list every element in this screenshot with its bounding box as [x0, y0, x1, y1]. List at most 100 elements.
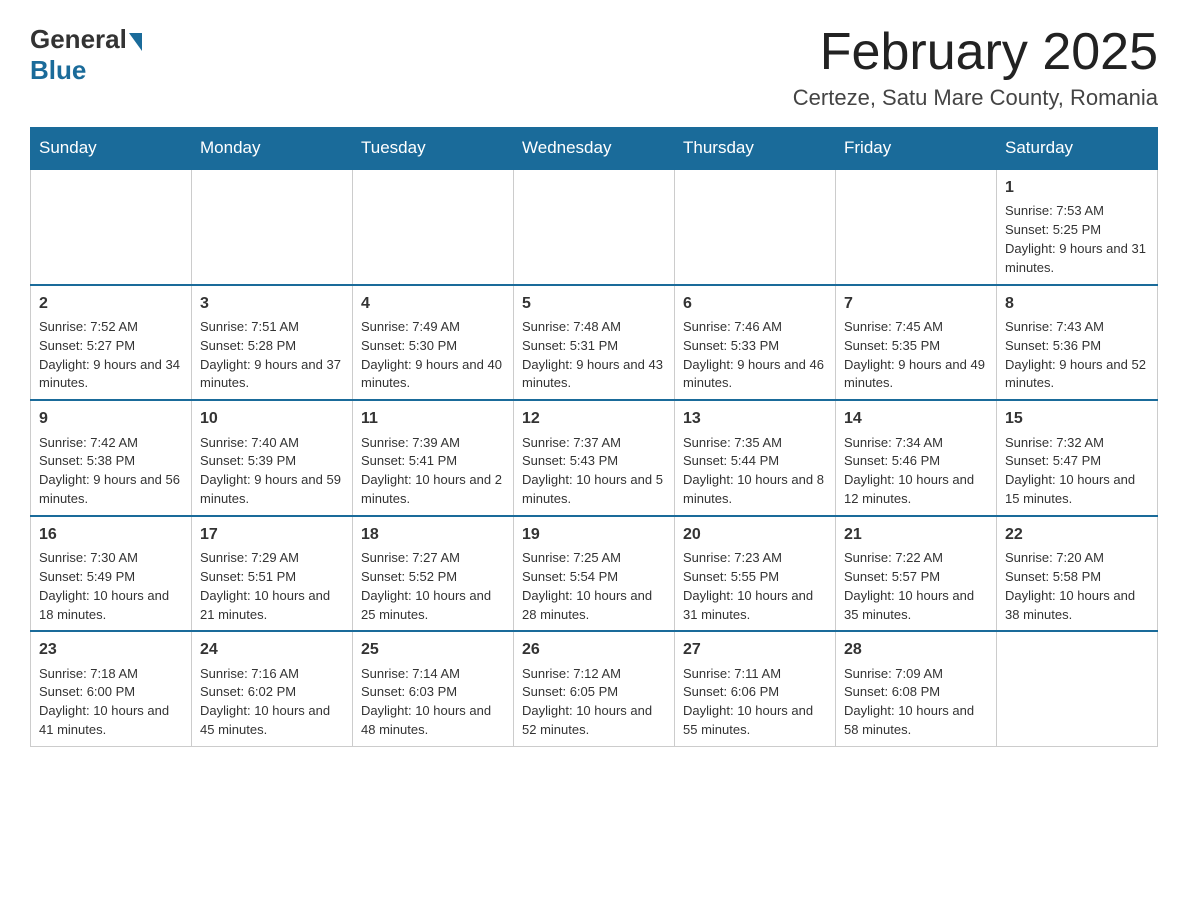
day-info: Sunrise: 7:48 AM Sunset: 5:31 PM Dayligh…: [522, 318, 666, 393]
day-info: Sunrise: 7:46 AM Sunset: 5:33 PM Dayligh…: [683, 318, 827, 393]
calendar-cell: 5Sunrise: 7:48 AM Sunset: 5:31 PM Daylig…: [514, 285, 675, 401]
calendar-cell: 6 Sunrise: 7:46 AM Sunset: 5:33 PM Daylig…: [675, 285, 836, 401]
day-number: 20: [683, 523, 827, 546]
day-number: 22: [1005, 523, 1149, 546]
month-title: February 2025: [793, 24, 1158, 81]
calendar-cell: [192, 169, 353, 285]
calendar-header-saturday: Saturday: [997, 128, 1158, 170]
calendar-cell: 9 Sunrise: 7:42 AM Sunset: 5:38 PM Daylig…: [31, 400, 192, 516]
day-info: Sunrise: 7:34 AM Sunset: 5:46 PM Dayligh…: [844, 434, 988, 509]
day-info: Sunrise: 7:23 AM Sunset: 5:55 PM Dayligh…: [683, 549, 827, 624]
calendar-cell: [675, 169, 836, 285]
calendar-week-row: 1 Sunrise: 7:53 AM Sunset: 5:25 PM Daylig…: [31, 169, 1158, 285]
calendar-cell: [353, 169, 514, 285]
day-number: 26: [522, 638, 666, 661]
calendar-table: SundayMondayTuesdayWednesdayThursdayFrid…: [30, 127, 1158, 747]
calendar-cell: [836, 169, 997, 285]
calendar-cell: 17 Sunrise: 7:29 AM Sunset: 5:51 PM Dayli…: [192, 516, 353, 632]
calendar-week-row: 16 Sunrise: 7:30 AM Sunset: 5:49 PM Dayli…: [31, 516, 1158, 632]
day-number: 27: [683, 638, 827, 661]
day-info: Sunrise: 7:40 AM Sunset: 5:39 PM Dayligh…: [200, 434, 344, 509]
day-info: Sunrise: 7:45 AM Sunset: 5:35 PM Dayligh…: [844, 318, 988, 393]
day-number: 9: [39, 407, 183, 430]
calendar-cell: 16 Sunrise: 7:30 AM Sunset: 5:49 PM Dayli…: [31, 516, 192, 632]
calendar-cell: 28 Sunrise: 7:09 AM Sunset: 6:08 PM Dayli…: [836, 631, 997, 746]
title-block: February 2025 Certeze, Satu Mare County,…: [793, 24, 1158, 111]
day-info: Sunrise: 7:20 AM Sunset: 5:58 PM Dayligh…: [1005, 549, 1149, 624]
logo-general-text: General: [30, 24, 127, 55]
calendar-cell: 19Sunrise: 7:25 AM Sunset: 5:54 PM Dayli…: [514, 516, 675, 632]
day-number: 6: [683, 292, 827, 315]
calendar-cell: 14 Sunrise: 7:34 AM Sunset: 5:46 PM Dayli…: [836, 400, 997, 516]
day-info: Sunrise: 7:09 AM Sunset: 6:08 PM Dayligh…: [844, 665, 988, 740]
day-info: Sunrise: 7:30 AM Sunset: 5:49 PM Dayligh…: [39, 549, 183, 624]
day-number: 1: [1005, 176, 1149, 199]
calendar-cell: [31, 169, 192, 285]
calendar-week-row: 23 Sunrise: 7:18 AM Sunset: 6:00 PM Dayli…: [31, 631, 1158, 746]
day-info: Sunrise: 7:18 AM Sunset: 6:00 PM Dayligh…: [39, 665, 183, 740]
calendar-cell: 20 Sunrise: 7:23 AM Sunset: 5:55 PM Dayli…: [675, 516, 836, 632]
location-subtitle: Certeze, Satu Mare County, Romania: [793, 85, 1158, 111]
calendar-cell: 22 Sunrise: 7:20 AM Sunset: 5:58 PM Dayli…: [997, 516, 1158, 632]
logo-arrow-icon: [129, 33, 142, 51]
day-info: Sunrise: 7:32 AM Sunset: 5:47 PM Dayligh…: [1005, 434, 1149, 509]
day-info: Sunrise: 7:37 AM Sunset: 5:43 PM Dayligh…: [522, 434, 666, 509]
day-info: Sunrise: 7:35 AM Sunset: 5:44 PM Dayligh…: [683, 434, 827, 509]
calendar-cell: 1 Sunrise: 7:53 AM Sunset: 5:25 PM Daylig…: [997, 169, 1158, 285]
calendar-cell: 13 Sunrise: 7:35 AM Sunset: 5:44 PM Dayli…: [675, 400, 836, 516]
calendar-cell: [997, 631, 1158, 746]
calendar-cell: 15 Sunrise: 7:32 AM Sunset: 5:47 PM Dayli…: [997, 400, 1158, 516]
day-number: 19: [522, 523, 666, 546]
day-number: 15: [1005, 407, 1149, 430]
calendar-cell: 3Sunrise: 7:51 AM Sunset: 5:28 PM Daylig…: [192, 285, 353, 401]
day-info: Sunrise: 7:52 AM Sunset: 5:27 PM Dayligh…: [39, 318, 183, 393]
calendar-cell: 11 Sunrise: 7:39 AM Sunset: 5:41 PM Dayli…: [353, 400, 514, 516]
calendar-header-tuesday: Tuesday: [353, 128, 514, 170]
day-number: 4: [361, 292, 505, 315]
calendar-cell: 25Sunrise: 7:14 AM Sunset: 6:03 PM Dayli…: [353, 631, 514, 746]
day-number: 11: [361, 407, 505, 430]
day-number: 21: [844, 523, 988, 546]
calendar-cell: 7 Sunrise: 7:45 AM Sunset: 5:35 PM Daylig…: [836, 285, 997, 401]
day-info: Sunrise: 7:11 AM Sunset: 6:06 PM Dayligh…: [683, 665, 827, 740]
day-number: 24: [200, 638, 344, 661]
calendar-header-row: SundayMondayTuesdayWednesdayThursdayFrid…: [31, 128, 1158, 170]
page-header: General Blue February 2025 Certeze, Satu…: [30, 24, 1158, 111]
calendar-cell: 26 Sunrise: 7:12 AM Sunset: 6:05 PM Dayli…: [514, 631, 675, 746]
calendar-cell: [514, 169, 675, 285]
calendar-header-friday: Friday: [836, 128, 997, 170]
calendar-cell: 24 Sunrise: 7:16 AM Sunset: 6:02 PM Dayli…: [192, 631, 353, 746]
day-info: Sunrise: 7:53 AM Sunset: 5:25 PM Dayligh…: [1005, 202, 1149, 277]
calendar-header-monday: Monday: [192, 128, 353, 170]
logo: General Blue: [30, 24, 144, 86]
calendar-header-wednesday: Wednesday: [514, 128, 675, 170]
calendar-cell: 18Sunrise: 7:27 AM Sunset: 5:52 PM Dayli…: [353, 516, 514, 632]
calendar-cell: 27 Sunrise: 7:11 AM Sunset: 6:06 PM Dayli…: [675, 631, 836, 746]
calendar-cell: 12Sunrise: 7:37 AM Sunset: 5:43 PM Dayli…: [514, 400, 675, 516]
day-info: Sunrise: 7:16 AM Sunset: 6:02 PM Dayligh…: [200, 665, 344, 740]
day-number: 28: [844, 638, 988, 661]
day-number: 25: [361, 638, 505, 661]
day-info: Sunrise: 7:12 AM Sunset: 6:05 PM Dayligh…: [522, 665, 666, 740]
day-info: Sunrise: 7:27 AM Sunset: 5:52 PM Dayligh…: [361, 549, 505, 624]
calendar-header-thursday: Thursday: [675, 128, 836, 170]
day-info: Sunrise: 7:29 AM Sunset: 5:51 PM Dayligh…: [200, 549, 344, 624]
calendar-cell: 2 Sunrise: 7:52 AM Sunset: 5:27 PM Daylig…: [31, 285, 192, 401]
day-number: 17: [200, 523, 344, 546]
logo-blue-text: Blue: [30, 55, 86, 85]
day-number: 3: [200, 292, 344, 315]
day-info: Sunrise: 7:43 AM Sunset: 5:36 PM Dayligh…: [1005, 318, 1149, 393]
day-number: 13: [683, 407, 827, 430]
day-number: 16: [39, 523, 183, 546]
calendar-week-row: 2 Sunrise: 7:52 AM Sunset: 5:27 PM Daylig…: [31, 285, 1158, 401]
day-info: Sunrise: 7:42 AM Sunset: 5:38 PM Dayligh…: [39, 434, 183, 509]
day-info: Sunrise: 7:39 AM Sunset: 5:41 PM Dayligh…: [361, 434, 505, 509]
calendar-cell: 8Sunrise: 7:43 AM Sunset: 5:36 PM Daylig…: [997, 285, 1158, 401]
day-number: 10: [200, 407, 344, 430]
day-number: 7: [844, 292, 988, 315]
day-number: 2: [39, 292, 183, 315]
calendar-cell: 4 Sunrise: 7:49 AM Sunset: 5:30 PM Daylig…: [353, 285, 514, 401]
day-info: Sunrise: 7:49 AM Sunset: 5:30 PM Dayligh…: [361, 318, 505, 393]
day-number: 23: [39, 638, 183, 661]
day-number: 14: [844, 407, 988, 430]
